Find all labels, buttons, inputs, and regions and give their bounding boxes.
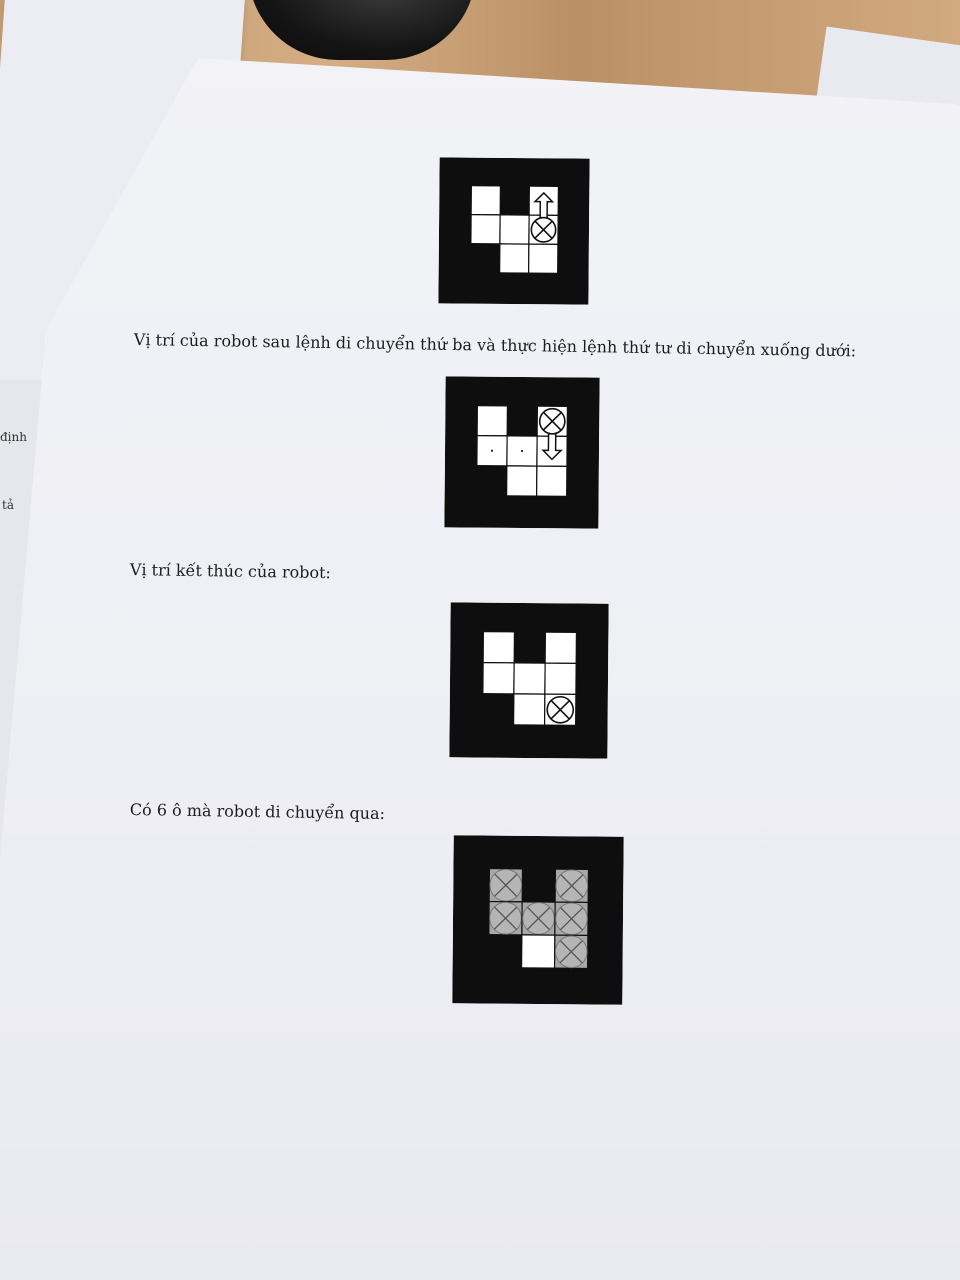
margin-fragment-2: tả bbox=[2, 498, 14, 512]
visited-mark bbox=[489, 901, 522, 935]
grid-cell bbox=[470, 185, 501, 216]
caption-visited-cells: Có 6 ô mà robot di chuyển qua: bbox=[129, 800, 386, 824]
margin-fragment-1: định bbox=[0, 430, 27, 444]
grid-cell bbox=[482, 630, 516, 664]
grid-cell bbox=[513, 662, 546, 695]
grid-cell bbox=[544, 631, 578, 665]
visited-mark bbox=[522, 902, 555, 935]
trail-dot bbox=[490, 449, 494, 452]
grid-board-svg bbox=[449, 602, 609, 759]
grid-cell bbox=[536, 465, 568, 497]
grid-board-svg bbox=[452, 835, 624, 1005]
grid-cell bbox=[520, 934, 556, 969]
grid-cell bbox=[528, 243, 559, 274]
grid-board-svg bbox=[438, 157, 590, 305]
grid-cell bbox=[476, 405, 509, 437]
grid-figure-4 bbox=[452, 835, 624, 1005]
visited-mark bbox=[489, 868, 523, 902]
visited-mark bbox=[555, 902, 588, 936]
grid-cell bbox=[499, 214, 530, 245]
grid-cell bbox=[482, 661, 515, 695]
robot-icon bbox=[530, 216, 557, 243]
trail-dot bbox=[520, 449, 524, 453]
visited-mark bbox=[554, 935, 588, 969]
grid-figure-3 bbox=[449, 602, 609, 759]
grid-cell bbox=[506, 465, 538, 497]
grid-figure-2 bbox=[444, 376, 600, 529]
visited-mark bbox=[555, 869, 589, 903]
grid-cell bbox=[499, 243, 530, 274]
grid-cell bbox=[544, 662, 577, 696]
grid-figure-1 bbox=[438, 157, 590, 305]
robot-icon bbox=[538, 407, 566, 435]
grid-cell bbox=[470, 214, 501, 245]
grid-board-svg bbox=[444, 376, 600, 529]
caption-end-position: Vị trí kết thúc của robot: bbox=[129, 560, 332, 583]
grid-cell bbox=[513, 693, 546, 726]
robot-icon bbox=[546, 695, 575, 724]
